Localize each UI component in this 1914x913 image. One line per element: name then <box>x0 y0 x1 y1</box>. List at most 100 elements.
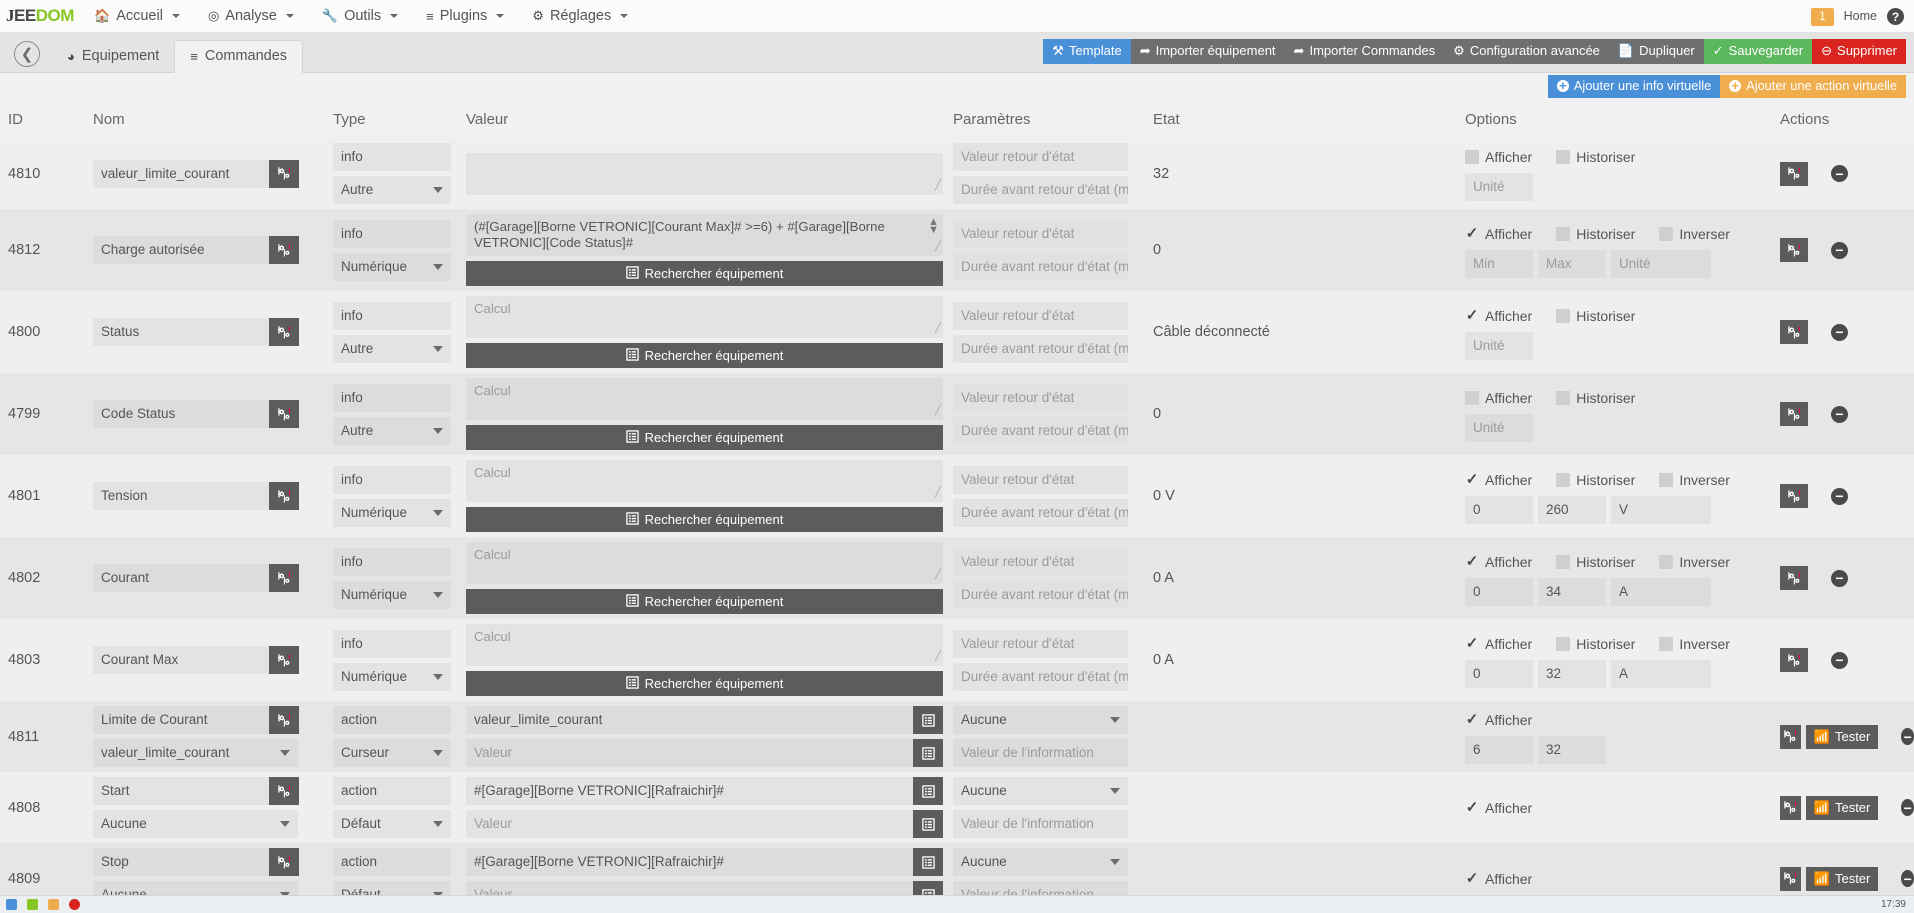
max-input[interactable]: 260 <box>1538 495 1606 524</box>
checkbox-unchecked[interactable] <box>1556 390 1571 405</box>
max-input[interactable]: 32 <box>1538 736 1606 764</box>
nav-item-accueil[interactable]: 🏠 Accueil <box>80 2 194 30</box>
template-button[interactable]: ⚒ Template <box>1043 39 1131 64</box>
back-button[interactable]: ❮ <box>14 41 40 67</box>
checkbox-unchecked[interactable] <box>1556 150 1571 164</box>
unite-input[interactable]: Unité <box>1465 331 1533 360</box>
expression-picker-icon[interactable] <box>913 777 943 805</box>
calcul-textarea[interactable]: Calcul ╱ <box>466 624 943 666</box>
retour-etat-input[interactable]: Valeur retour d'état <box>953 219 1128 248</box>
configure-icon[interactable] <box>269 706 299 734</box>
checkbox-checked-icon[interactable]: ✓ <box>1465 800 1479 815</box>
search-equipment-button[interactable]: Rechercher équipement <box>466 425 943 450</box>
configure-command-button[interactable] <box>1780 402 1808 426</box>
calcul-textarea[interactable]: Calcul ╱ <box>466 378 943 420</box>
remove-command-button[interactable]: − <box>1831 569 1848 587</box>
checkbox-unchecked[interactable] <box>1556 226 1571 241</box>
subtype-select[interactable]: Numérique <box>333 498 451 527</box>
brand-logo[interactable]: J EE DOM <box>0 0 80 33</box>
remove-command-button[interactable]: − <box>1901 799 1914 816</box>
nav-item-analyse[interactable]: ◎ Analyse <box>194 2 308 30</box>
subtype-select[interactable]: Autre <box>333 416 451 445</box>
nav-item-reglages[interactable]: ⚙ Réglages <box>518 2 642 30</box>
unite-input[interactable]: A <box>1611 577 1711 606</box>
subtype-select[interactable]: Défaut <box>333 810 451 838</box>
search-equipment-button[interactable]: Rechercher équipement <box>466 261 943 286</box>
min-input[interactable]: 0 <box>1465 659 1533 688</box>
help-icon[interactable]: ? <box>1887 8 1904 25</box>
nav-item-outils[interactable]: 🔧 Outils <box>308 2 412 30</box>
param-info-value-input[interactable]: Valeur de l'information <box>953 739 1128 767</box>
action-request-input[interactable]: valeur_limite_courant <box>466 706 913 734</box>
add-virtual-info-button[interactable]: + Ajouter une info virtuelle <box>1547 75 1721 98</box>
test-command-button[interactable]: 📶 Tester <box>1805 724 1879 749</box>
search-equipment-button[interactable]: Rechercher équipement <box>466 343 943 368</box>
command-name-input[interactable]: Code Status <box>93 400 269 428</box>
configure-command-button[interactable] <box>1780 484 1808 508</box>
calcul-textarea[interactable]: (#[Garage][Borne VETRONIC][Courant Max]#… <box>466 214 943 256</box>
configure-command-button[interactable] <box>1780 566 1808 590</box>
resize-grip-icon[interactable]: ╱ <box>935 649 941 665</box>
resize-grip-icon[interactable]: ╱ <box>935 403 941 419</box>
duree-retour-input[interactable]: Durée avant retour d'état (min) <box>953 176 1128 204</box>
retour-etat-input[interactable]: Valeur retour d'état <box>953 465 1128 494</box>
spinner-icon[interactable]: ▲ ▼ <box>928 217 939 236</box>
checkbox-unchecked[interactable] <box>1659 636 1674 651</box>
checkbox-unchecked[interactable] <box>1659 554 1674 569</box>
configure-command-button[interactable] <box>1780 795 1801 820</box>
expression-picker-icon[interactable] <box>913 739 943 767</box>
checkbox-unchecked[interactable] <box>1659 226 1674 241</box>
unite-input[interactable]: A <box>1611 659 1711 688</box>
param-select[interactable]: Aucune <box>953 706 1128 734</box>
min-input[interactable]: Min <box>1465 249 1533 278</box>
subtype-select[interactable]: Numérique <box>333 252 451 281</box>
param-info-value-input[interactable]: Valeur de l'information <box>953 810 1128 838</box>
linked-info-select[interactable]: valeur_limite_courant <box>93 739 298 767</box>
checkbox-checked-icon[interactable]: ✓ <box>1465 226 1479 241</box>
configure-icon[interactable] <box>269 159 299 188</box>
action-request-input[interactable]: #[Garage][Borne VETRONIC][Rafraichir]# <box>466 777 913 805</box>
resize-grip-icon[interactable]: ╱ <box>935 567 941 583</box>
min-input[interactable]: 6 <box>1465 736 1533 764</box>
retour-etat-input[interactable]: Valeur retour d'état <box>953 301 1128 330</box>
duree-retour-input[interactable]: Durée avant retour d'état (min) <box>953 580 1128 609</box>
action-value-input[interactable]: Valeur <box>466 739 913 767</box>
command-name-input[interactable]: Stop <box>93 848 269 876</box>
command-name-input[interactable]: Tension <box>93 482 269 510</box>
remove-command-button[interactable]: − <box>1831 323 1848 341</box>
command-name-input[interactable]: Charge autorisée <box>93 236 269 264</box>
configure-icon[interactable] <box>269 777 299 805</box>
taskbar-app-icon[interactable] <box>48 899 59 910</box>
command-name-input[interactable]: Start <box>93 777 269 805</box>
test-command-button[interactable]: 📶 Tester <box>1805 795 1879 820</box>
configure-icon[interactable] <box>269 400 299 428</box>
checkbox-checked-icon[interactable]: ✓ <box>1465 636 1479 651</box>
resize-grip-icon[interactable]: ╱ <box>935 178 941 194</box>
checkbox-unchecked[interactable] <box>1556 554 1571 569</box>
duree-retour-input[interactable]: Durée avant retour d'état (min) <box>953 416 1128 445</box>
max-input[interactable]: Max <box>1538 249 1606 278</box>
calcul-textarea[interactable]: ╱ <box>466 152 943 195</box>
import-equipment-button[interactable]: ➦ Importer équipement <box>1130 39 1285 64</box>
min-input[interactable]: 0 <box>1465 495 1533 524</box>
subtype-select[interactable]: Autre <box>333 176 451 204</box>
nav-item-plugins[interactable]: ≡ Plugins <box>412 2 518 30</box>
max-input[interactable]: 34 <box>1538 577 1606 606</box>
checkbox-checked-icon[interactable]: ✓ <box>1465 472 1479 487</box>
configure-command-button[interactable] <box>1780 238 1808 262</box>
retour-etat-input[interactable]: Valeur retour d'état <box>953 143 1128 171</box>
remove-command-button[interactable]: − <box>1831 241 1848 259</box>
subtype-select[interactable]: Autre <box>333 334 451 363</box>
max-input[interactable]: 32 <box>1538 659 1606 688</box>
configure-icon[interactable] <box>269 646 299 674</box>
expression-picker-icon[interactable] <box>913 848 943 876</box>
tab-commandes[interactable]: ≡ Commandes <box>174 40 304 73</box>
retour-etat-input[interactable]: Valeur retour d'état <box>953 629 1128 658</box>
param-select[interactable]: Aucune <box>953 777 1128 805</box>
import-commands-button[interactable]: ➦ Importer Commandes <box>1284 39 1445 64</box>
add-virtual-action-button[interactable]: + Ajouter une action virtuelle <box>1720 75 1906 98</box>
remove-command-button[interactable]: − <box>1831 405 1848 423</box>
unite-input[interactable]: V <box>1611 495 1711 524</box>
expression-picker-icon[interactable] <box>913 706 943 734</box>
configure-command-button[interactable] <box>1780 320 1808 344</box>
